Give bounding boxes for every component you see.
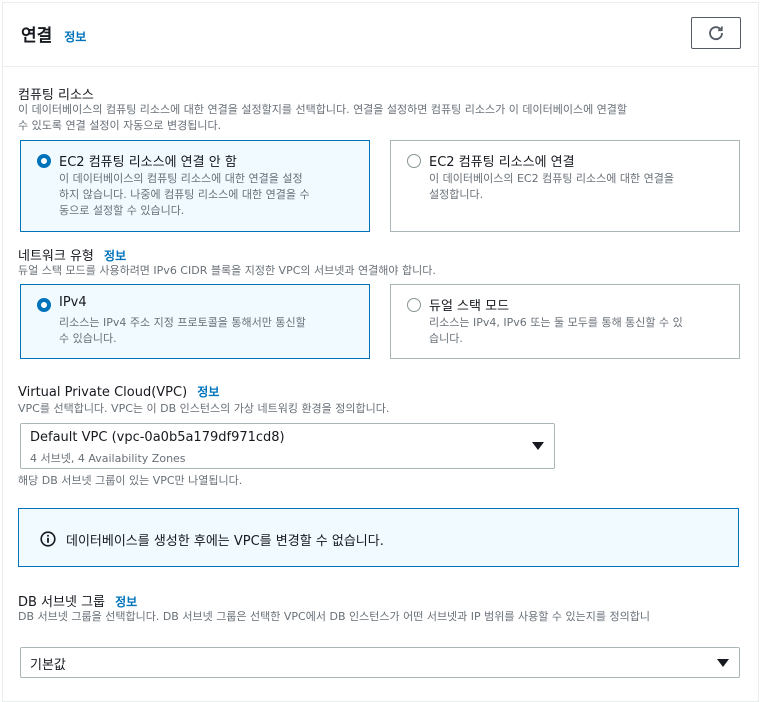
compute-resource-desc-1: 이 데이터베이스의 컴퓨팅 리소스에 대한 연결을 설정할지를 선택합니다. 연… — [18, 103, 628, 116]
info-circle-icon — [40, 531, 56, 547]
option-desc-line: 이 데이터베이스의 EC2 컴퓨팅 리소스에 대한 연결을 — [429, 172, 675, 185]
vpc-label: Virtual Private Cloud(VPC) 정보 — [18, 383, 219, 400]
vpc-label-text: Virtual Private Cloud(VPC) — [18, 385, 188, 400]
network-type-text: 네트워크 유형 — [18, 249, 94, 264]
caret-down-icon — [717, 659, 729, 667]
option-ec2-connect[interactable]: EC2 컴퓨팅 리소스에 연결 이 데이터베이스의 EC2 컴퓨팅 리소스에 대… — [390, 140, 740, 232]
option-desc: 리소스는 IPv4 주소 지정 프로토콜을 통해서만 통신할 수 있습니다. — [59, 315, 355, 347]
vpc-info-link[interactable]: 정보 — [197, 385, 219, 399]
panel-title: 연결 정보 — [21, 21, 86, 46]
option-desc: 리소스는 IPv4, IPv6 또는 둘 모두를 통해 통신할 수 있 습니다. — [429, 315, 725, 347]
option-dual-stack[interactable]: 듀얼 스택 모드 리소스는 IPv4, IPv6 또는 둘 모두를 통해 통신할… — [390, 284, 740, 359]
option-title: EC2 컴퓨팅 리소스에 연결 안 함 — [59, 155, 237, 170]
subnet-group-info-link[interactable]: 정보 — [115, 595, 137, 609]
compute-resource-label: 컴퓨팅 리소스 — [18, 88, 94, 103]
option-desc-line: 습니다. — [429, 332, 463, 345]
alert-text: 데이터베이스를 생성한 후에는 VPC를 변경할 수 없습니다. — [66, 534, 384, 549]
network-type-desc: 듀얼 스택 모드를 사용하려면 IPv6 CIDR 블록을 지정한 VPC의 서… — [18, 264, 436, 277]
vpc-select-sub: 4 서브넷, 4 Availability Zones — [30, 452, 186, 465]
radio-dual-stack[interactable] — [407, 298, 421, 312]
option-desc-line: 수 있습니다. — [59, 332, 117, 345]
radio-ec2-connect[interactable] — [407, 154, 421, 168]
radio-ipv4[interactable] — [37, 298, 51, 312]
option-desc-line: 동으로 설정할 수 있습니다. — [59, 204, 185, 217]
option-desc-line: 이 데이터베이스의 컴퓨팅 리소스에 대한 연결을 설정 — [59, 172, 303, 185]
vpc-select-value: Default VPC (vpc-0a0b5a179df971cd8) — [30, 430, 285, 445]
option-no-ec2-connect[interactable]: EC2 컴퓨팅 리소스에 연결 안 함 이 데이터베이스의 컴퓨팅 리소스에 대… — [20, 140, 370, 232]
option-title: 듀얼 스택 모드 — [429, 299, 510, 314]
vpc-hint: 해당 DB 서브넷 그룹이 있는 VPC만 나열됩니다. — [18, 474, 243, 487]
option-desc-line: 리소스는 IPv4, IPv6 또는 둘 모두를 통해 통신할 수 있 — [429, 316, 683, 329]
section-title: 연결 — [21, 26, 53, 46]
option-title: EC2 컴퓨팅 리소스에 연결 — [429, 155, 575, 170]
option-ipv4[interactable]: IPv4 리소스는 IPv4 주소 지정 프로토콜을 통해서만 통신할 수 있습… — [20, 284, 370, 359]
network-type-label: 네트워크 유형 정보 — [18, 245, 126, 264]
compute-resource-desc-2: 수 있도록 연결 설정이 자동으로 변경됩니다. — [18, 119, 222, 132]
subnet-group-select-value: 기본값 — [30, 658, 66, 673]
section-info-link[interactable]: 정보 — [64, 30, 86, 44]
network-type-info-link[interactable]: 정보 — [104, 249, 126, 263]
option-desc-line: 설정합니다. — [429, 188, 484, 201]
vpc-select[interactable]: Default VPC (vpc-0a0b5a179df971cd8) 4 서브… — [20, 423, 555, 469]
vpc-alert: 데이터베이스를 생성한 후에는 VPC를 변경할 수 없습니다. — [18, 508, 739, 567]
refresh-button[interactable] — [691, 17, 741, 49]
subnet-group-label-text: DB 서브넷 그룹 — [18, 595, 105, 610]
subnet-group-select[interactable]: 기본값 — [20, 647, 740, 678]
option-desc-line: 리소스는 IPv4 주소 지정 프로토콜을 통해서만 통신할 — [59, 316, 306, 329]
subnet-group-desc: DB 서브넷 그룹을 선택합니다. DB 서브넷 그룹은 선택한 VPC에서 D… — [18, 610, 650, 623]
caret-down-icon — [532, 442, 544, 450]
option-desc-line: 하지 않습니다. 나중에 컴퓨팅 리소스에 대한 연결을 수 — [59, 188, 310, 201]
vpc-desc: VPC를 선택합니다. VPC는 이 DB 인스턴스의 가상 네트워킹 환경을 … — [18, 402, 390, 415]
refresh-icon — [709, 26, 723, 41]
option-desc: 이 데이터베이스의 EC2 컴퓨팅 리소스에 대한 연결을 설정합니다. — [429, 171, 725, 203]
subnet-group-label: DB 서브넷 그룹 정보 — [18, 591, 137, 610]
panel-header: 연결 정보 — [3, 3, 758, 67]
radio-no-ec2-connect[interactable] — [37, 154, 51, 168]
option-title: IPv4 — [59, 295, 87, 310]
option-desc: 이 데이터베이스의 컴퓨팅 리소스에 대한 연결을 설정 하지 않습니다. 나중… — [59, 171, 355, 219]
